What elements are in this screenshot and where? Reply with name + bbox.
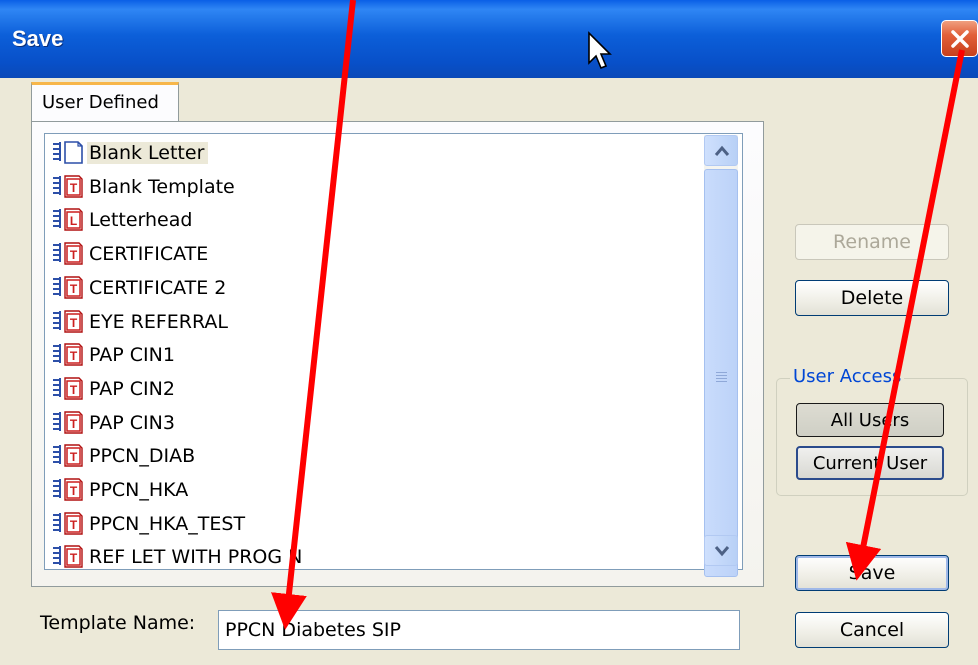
close-button[interactable] bbox=[941, 20, 978, 57]
current-user-button[interactable]: Current User bbox=[796, 446, 944, 480]
blank-letter-doc-icon bbox=[51, 138, 87, 168]
template-t-doc-icon: T bbox=[51, 307, 87, 337]
svg-text:T: T bbox=[70, 450, 78, 464]
template-t-doc-icon: T bbox=[51, 408, 87, 438]
list-item-label: Blank Template bbox=[89, 175, 235, 198]
list-item[interactable]: T CERTIFICATE 2 bbox=[51, 273, 230, 303]
list-item-label: PPCN_DIAB bbox=[89, 445, 196, 468]
list-item-label: PAP CIN3 bbox=[89, 411, 175, 434]
letterhead-l-doc-icon: L bbox=[51, 205, 87, 235]
template-list-scrollbar[interactable] bbox=[704, 135, 738, 577]
template-t-doc-icon: T bbox=[51, 172, 87, 202]
svg-text:T: T bbox=[70, 551, 78, 565]
svg-text:T: T bbox=[70, 248, 78, 262]
chevron-up-icon bbox=[714, 145, 730, 156]
svg-text:T: T bbox=[70, 349, 78, 363]
template-t-doc-icon: T bbox=[51, 340, 87, 370]
svg-text:L: L bbox=[70, 214, 77, 228]
list-item[interactable]: T PPCN_HKA_TEST bbox=[51, 509, 249, 539]
scroll-up-button[interactable] bbox=[704, 135, 738, 166]
template-t-doc-icon: T bbox=[51, 509, 87, 539]
template-t-doc-icon: T bbox=[51, 374, 87, 404]
list-item[interactable]: T PAP CIN2 bbox=[51, 374, 179, 404]
save-button[interactable]: Save bbox=[795, 555, 949, 591]
svg-text:T: T bbox=[70, 181, 78, 195]
title-bar[interactable]: Save bbox=[0, 0, 978, 78]
list-item[interactable]: T PPCN_HKA bbox=[51, 475, 192, 505]
list-item-label: PAP CIN2 bbox=[89, 377, 175, 400]
template-t-doc-icon: T bbox=[51, 542, 87, 569]
svg-text:T: T bbox=[70, 383, 78, 397]
list-item[interactable]: Blank Letter bbox=[51, 138, 209, 168]
list-item-label: Letterhead bbox=[89, 209, 193, 232]
scroll-thumb[interactable] bbox=[704, 169, 738, 577]
list-item-label: PPCN_HKA_TEST bbox=[89, 512, 246, 535]
list-item[interactable]: T PPCN_DIAB bbox=[51, 441, 199, 471]
svg-text:T: T bbox=[70, 417, 78, 431]
user-access-label: User Access bbox=[790, 366, 905, 387]
list-item-label: PAP CIN1 bbox=[89, 344, 175, 367]
scroll-down-button[interactable] bbox=[704, 535, 738, 566]
template-t-doc-icon: T bbox=[51, 239, 87, 269]
template-t-doc-icon: T bbox=[51, 441, 87, 471]
tab-label: User Defined bbox=[42, 92, 159, 113]
list-item[interactable]: T PAP CIN3 bbox=[51, 408, 179, 438]
window-title: Save bbox=[12, 26, 64, 51]
template-list[interactable]: Blank Letter T Blank Template L Letterhead T C… bbox=[44, 133, 743, 570]
list-item[interactable]: T Blank Template bbox=[51, 172, 239, 202]
list-item-label: CERTIFICATE 2 bbox=[89, 276, 227, 299]
list-item-label: Blank Letter bbox=[87, 142, 209, 164]
list-item-label: PPCN_HKA bbox=[89, 479, 189, 501]
scroll-grip-icon bbox=[716, 372, 727, 382]
list-item[interactable]: T REF LET WITH PROG N bbox=[51, 542, 306, 569]
rename-button[interactable]: Rename bbox=[795, 224, 949, 260]
chevron-down-icon bbox=[714, 546, 730, 557]
close-x-icon bbox=[951, 30, 969, 48]
template-t-doc-icon: T bbox=[51, 475, 87, 505]
template-name-input[interactable] bbox=[218, 610, 740, 650]
delete-button[interactable]: Delete bbox=[795, 280, 949, 316]
list-item[interactable]: T PAP CIN1 bbox=[51, 340, 179, 370]
cancel-button[interactable]: Cancel bbox=[795, 612, 949, 648]
list-item[interactable]: L Letterhead bbox=[51, 205, 196, 235]
list-item-label: EYE REFERRAL bbox=[89, 310, 229, 333]
all-users-button[interactable]: All Users bbox=[796, 403, 944, 437]
svg-text:T: T bbox=[70, 316, 78, 330]
svg-text:T: T bbox=[70, 282, 78, 296]
svg-text:T: T bbox=[70, 518, 78, 532]
svg-text:T: T bbox=[70, 484, 78, 498]
tab-user-defined[interactable]: User Defined bbox=[31, 82, 179, 122]
template-t-doc-icon: T bbox=[51, 273, 87, 303]
template-name-label: Template Name: bbox=[40, 612, 196, 634]
list-item-label: REF LET WITH PROG N bbox=[89, 546, 303, 569]
list-item[interactable]: T CERTIFICATE bbox=[51, 239, 212, 269]
list-item-label: CERTIFICATE bbox=[89, 243, 209, 266]
list-item[interactable]: T EYE REFERRAL bbox=[51, 307, 232, 337]
